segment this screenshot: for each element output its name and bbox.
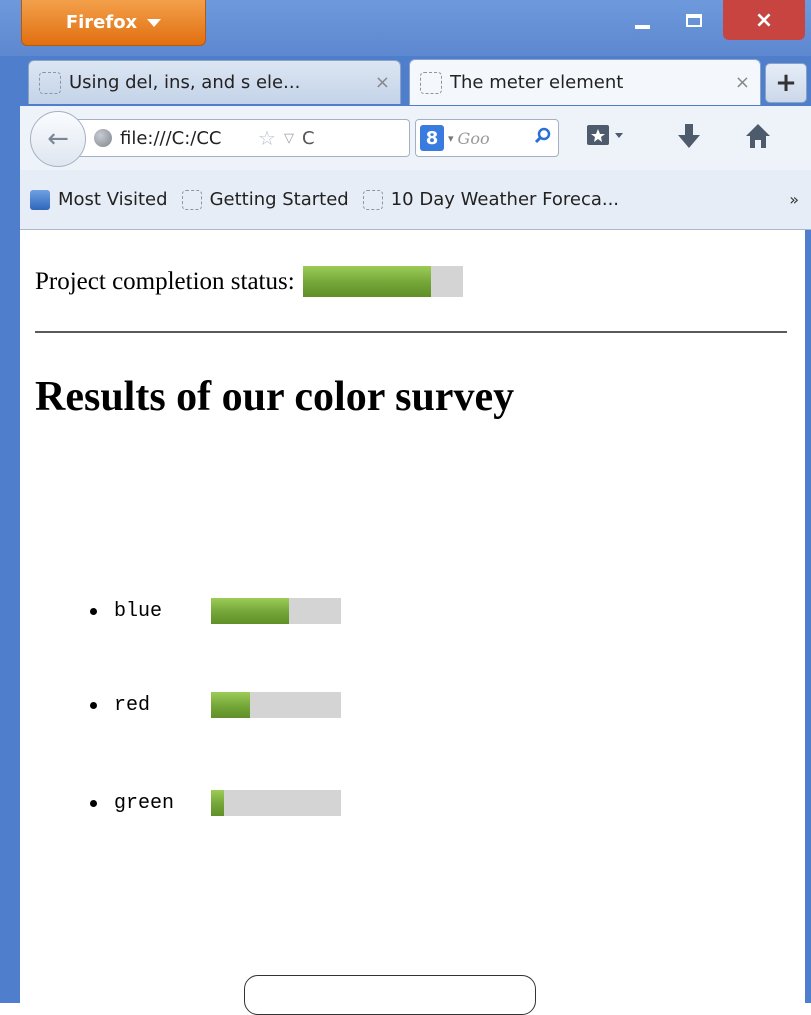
list-item: green xyxy=(90,790,341,816)
new-tab-button[interactable]: + xyxy=(765,63,807,103)
blank-page-icon xyxy=(181,189,202,210)
maximize-button[interactable] xyxy=(671,0,717,40)
download-icon[interactable] xyxy=(676,122,702,156)
color-label: red xyxy=(114,693,151,717)
color-label: blue xyxy=(114,599,163,623)
blank-page-icon xyxy=(39,71,61,94)
url-text[interactable]: file:///C:/CC xyxy=(120,128,250,149)
bookmark-getting-started[interactable]: Getting Started xyxy=(181,189,349,210)
tab-strip: Using del, ins, and s ele... × The meter… xyxy=(20,56,811,106)
maximize-icon xyxy=(686,13,702,27)
bookmark-label: 10 Day Weather Foreca... xyxy=(390,189,620,210)
blank-page-icon xyxy=(420,71,442,94)
navigation-toolbar: file:///C:/CC ☆ ▽ C ← 8 ▾ Goo xyxy=(20,106,811,170)
tab-title: Using del, ins, and s ele... xyxy=(69,72,301,93)
list-item: blue xyxy=(90,598,341,624)
bookmarks-toolbar: Most Visited Getting Started 10 Day Weat… xyxy=(20,170,811,230)
home-icon[interactable] xyxy=(744,122,772,156)
tab-meter-element[interactable]: The meter element × xyxy=(409,59,761,105)
survey-meter xyxy=(211,598,341,624)
survey-meter xyxy=(211,692,341,718)
search-engine-icon[interactable]: 8 xyxy=(420,125,444,151)
bullet-icon xyxy=(90,701,97,709)
bullet-icon xyxy=(90,607,97,615)
back-button[interactable]: ← xyxy=(30,111,86,167)
tab-using-del-ins-s[interactable]: Using del, ins, and s ele... × xyxy=(28,60,401,104)
list-item: red xyxy=(90,692,341,718)
bookmark-label: Most Visited xyxy=(58,189,168,210)
blank-page-icon xyxy=(362,189,383,210)
tab-close-button[interactable]: × xyxy=(375,72,390,93)
bookmark-star-icon[interactable]: ☆ xyxy=(258,126,276,150)
tab-title: The meter element xyxy=(450,72,624,93)
project-status: Project completion status: xyxy=(35,266,463,297)
back-arrow-icon: ← xyxy=(47,124,69,154)
horizontal-rule xyxy=(35,331,787,333)
tab-close-button[interactable]: × xyxy=(735,72,750,93)
survey-meter xyxy=(211,790,341,816)
bookmarks-overflow-button[interactable]: » xyxy=(789,190,799,209)
popup-box xyxy=(244,975,536,1015)
page-heading: Results of our color survey xyxy=(35,374,515,420)
bookmark-most-visited[interactable]: Most Visited xyxy=(30,189,168,210)
firefox-menu-button[interactable]: Firefox xyxy=(21,0,206,46)
bookmark-weather-forecast[interactable]: 10 Day Weather Foreca... xyxy=(362,189,620,210)
minimize-icon xyxy=(634,25,650,29)
history-dropdown-icon[interactable]: ▽ xyxy=(284,131,294,146)
bookmark-label: Getting Started xyxy=(209,189,349,210)
project-completion-meter xyxy=(302,266,463,297)
reload-icon[interactable]: C xyxy=(302,128,315,149)
minimize-button[interactable] xyxy=(617,0,667,40)
color-label: green xyxy=(114,791,175,815)
title-bar: Firefox × xyxy=(0,0,811,56)
caret-down-icon xyxy=(147,18,162,27)
page-content: Project completion status: Results of ou… xyxy=(20,230,805,1003)
most-visited-icon xyxy=(30,189,50,210)
meter-fill xyxy=(211,790,224,816)
bullet-icon xyxy=(90,799,97,807)
search-box[interactable]: 8 ▾ Goo xyxy=(415,119,559,157)
status-label: Project completion status: xyxy=(35,267,295,295)
firefox-menu-label: Firefox xyxy=(65,12,138,33)
engine-dropdown-icon[interactable]: ▾ xyxy=(448,132,454,145)
search-icon[interactable] xyxy=(534,127,552,150)
meter-fill xyxy=(211,598,289,624)
meter-fill xyxy=(211,692,250,718)
browser-window: Firefox × Using del, ins, and s ele... ×… xyxy=(0,0,811,1015)
close-window-button[interactable]: × xyxy=(723,0,805,40)
meter-fill xyxy=(302,266,431,297)
bookmarks-menu-icon[interactable] xyxy=(586,122,626,154)
globe-icon xyxy=(94,129,112,147)
search-placeholder: Goo xyxy=(457,128,490,148)
address-bar[interactable]: file:///C:/CC ☆ ▽ C xyxy=(72,119,410,157)
